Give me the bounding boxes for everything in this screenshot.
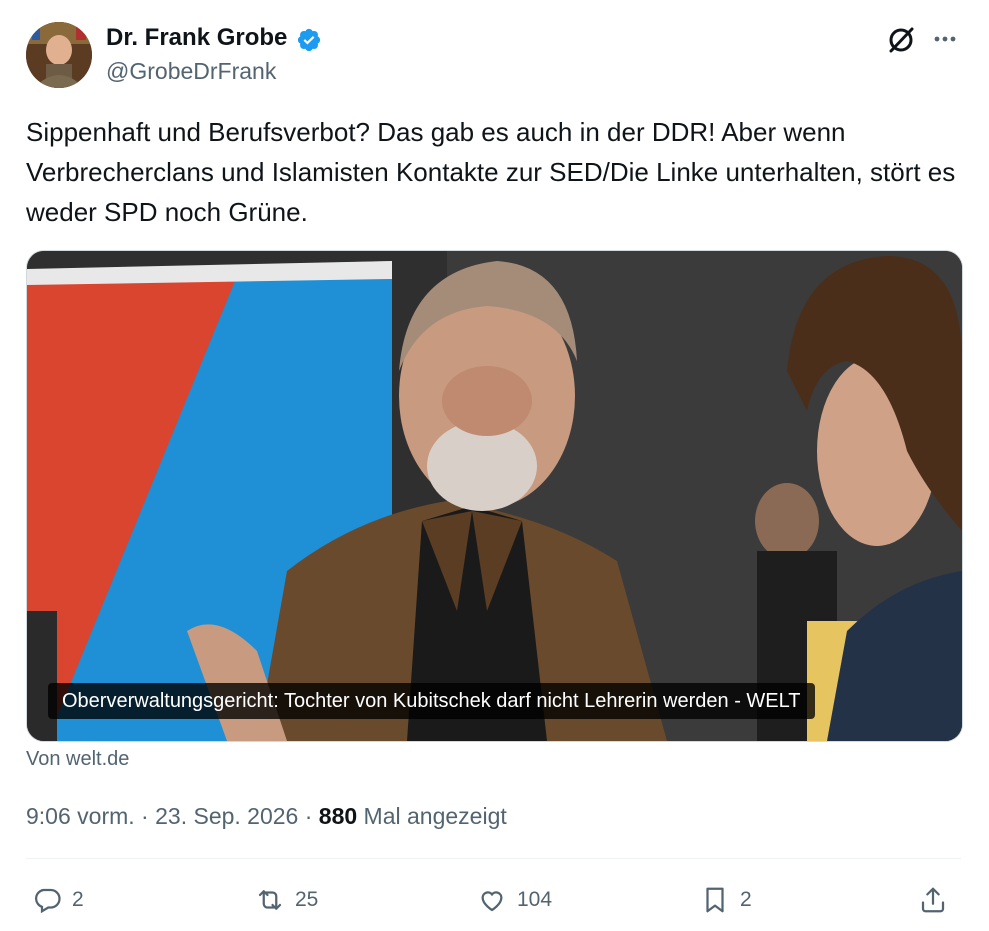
like-button[interactable]: 104 xyxy=(477,880,552,920)
card-caption: Oberverwaltungsgericht: Tochter von Kubi… xyxy=(48,683,815,719)
like-count: 104 xyxy=(517,888,553,911)
reply-count: 2 xyxy=(72,888,84,911)
like-icon xyxy=(481,891,503,912)
divider xyxy=(26,858,961,859)
repost-icon xyxy=(258,890,282,910)
avatar[interactable] xyxy=(26,22,92,88)
share-icon xyxy=(921,887,945,913)
author-handle[interactable]: @GrobeDrFrank xyxy=(106,58,276,85)
card-image xyxy=(27,251,962,741)
verified-icon xyxy=(297,28,321,52)
repost-count: 25 xyxy=(295,888,319,911)
tweet-time[interactable]: 9:06 vorm. xyxy=(26,803,135,829)
reply-button[interactable]: 2 xyxy=(32,880,84,920)
more-icon[interactable] xyxy=(930,24,960,54)
view-count: 880 xyxy=(318,803,358,829)
grok-icon[interactable] xyxy=(885,24,917,56)
share-button[interactable] xyxy=(918,880,958,920)
bookmark-count: 2 xyxy=(740,888,752,911)
meta-separator: · xyxy=(134,803,156,829)
link-card[interactable]: Oberverwaltungsgericht: Tochter von Kubi… xyxy=(26,250,963,742)
card-source[interactable]: Von welt.de xyxy=(26,748,129,771)
views-label: Mal angezeigt xyxy=(357,803,507,829)
repost-button[interactable]: 25 xyxy=(255,880,318,920)
bookmark-icon xyxy=(706,887,724,913)
tweet-date[interactable]: 23. Sep. 2026 xyxy=(155,803,298,829)
tweet-meta: 9:06 vorm. · 23. Sep. 2026 · 880 Mal ang… xyxy=(26,803,507,830)
reply-icon xyxy=(35,888,61,914)
author-name[interactable]: Dr. Frank Grobe xyxy=(106,24,287,52)
tweet-text: Sippenhaft und Berufsverbot? Das gab es … xyxy=(26,117,956,227)
meta-separator-2: · xyxy=(298,803,319,829)
bookmark-button[interactable]: 2 xyxy=(700,880,752,920)
